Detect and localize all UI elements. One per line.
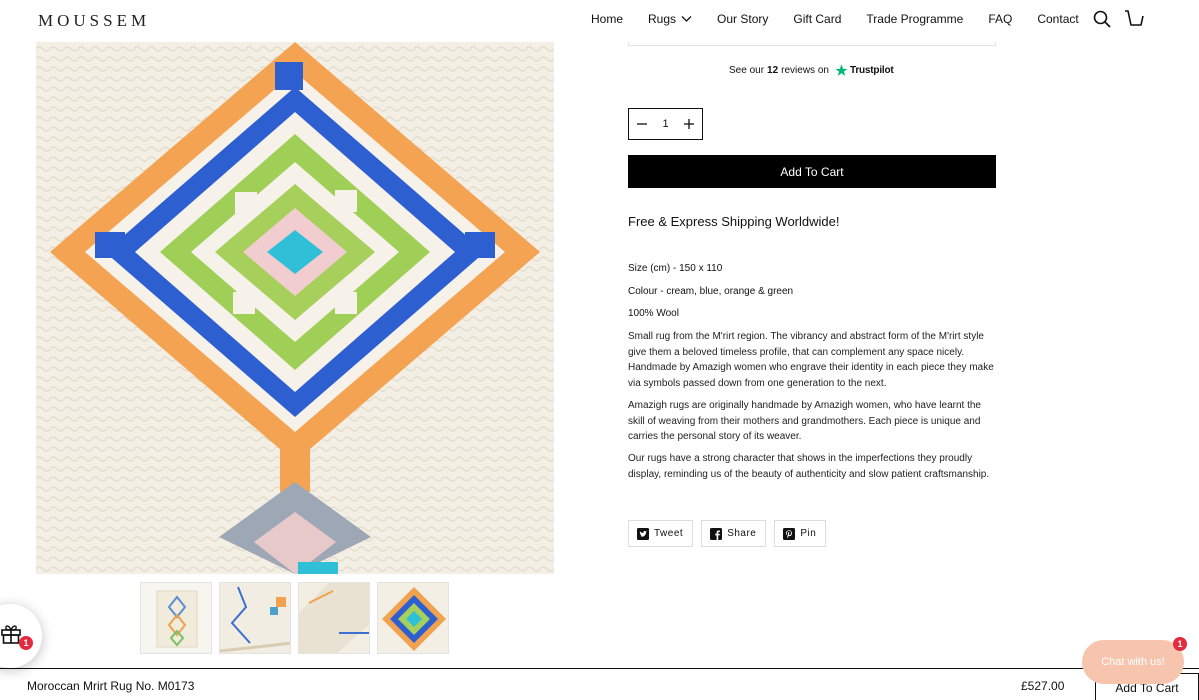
product-main-image[interactable] (36, 42, 554, 574)
chat-button[interactable]: Chat with us! (1082, 640, 1184, 684)
facebook-icon (710, 527, 723, 540)
quantity-stepper: 1 (628, 108, 703, 140)
add-to-cart-button[interactable]: Add To Cart (628, 155, 996, 188)
tweet-button[interactable]: Tweet (628, 520, 694, 547)
trustpilot-suffix: reviews on (781, 65, 829, 76)
nav-item-home[interactable]: Home (591, 12, 623, 26)
thumbnail-strip (140, 582, 456, 654)
cart-icon[interactable] (1124, 9, 1144, 29)
pinterest-icon (783, 527, 796, 540)
thumbnail-3[interactable] (298, 582, 370, 654)
thumbnail-4[interactable] (377, 582, 449, 654)
nav-item-rugs-label: Rugs (648, 12, 677, 26)
search-icon[interactable] (1093, 10, 1111, 28)
share-label: Share (727, 528, 757, 539)
spec-material: 100% Wool (628, 308, 679, 319)
minus-icon (637, 123, 647, 125)
quantity-increase-button[interactable] (682, 117, 696, 131)
trustpilot-brand: Trustpilot (849, 65, 894, 76)
trustpilot-review-count: 12 (767, 65, 779, 76)
quantity-value[interactable]: 1 (662, 118, 668, 130)
pin-button[interactable]: Pin (774, 520, 827, 547)
nav-item-our-story[interactable]: Our Story (717, 12, 768, 26)
description-paragraph-1: Small rug from the M'rirt region. The vi… (628, 331, 994, 389)
nav-item-trade-programme[interactable]: Trade Programme (866, 12, 963, 26)
sticky-price: £527.00 (1021, 679, 1065, 693)
thumbnail-1[interactable] (140, 582, 212, 654)
trustpilot-star-icon (835, 64, 848, 76)
quantity-decrease-button[interactable] (635, 117, 649, 131)
nav-item-gift-card[interactable]: Gift Card (793, 12, 841, 26)
sticky-cart-bar: Moroccan Mrirt Rug No. M0173 £527.00 Add… (0, 668, 1199, 700)
tweet-label: Tweet (654, 528, 684, 539)
description-paragraph-2: Amazigh rugs are originally handmade by … (628, 400, 981, 442)
shipping-headline: Free & Express Shipping Worldwide! (628, 214, 840, 229)
share-button[interactable]: Share (701, 520, 767, 547)
plus-icon (684, 119, 694, 129)
twitter-icon (637, 527, 649, 540)
pin-label: Pin (800, 528, 817, 539)
social-share-row: Tweet Share Pin (628, 520, 834, 547)
main-nav: Home Rugs Our Story Gift Card Trade Prog… (591, 12, 1079, 26)
chevron-down-icon (681, 16, 692, 22)
spec-size: Size (cm) - 150 x 110 (628, 263, 723, 274)
gift-notification-badge: 1 (19, 636, 33, 650)
spec-colour: Colour - cream, blue, orange & green (628, 286, 794, 297)
site-header: MOUSSEM Home Rugs Our Story Gift Card Tr… (0, 0, 1199, 42)
sticky-product-name: Moroccan Mrirt Rug No. M0173 (27, 679, 195, 693)
nav-item-faq[interactable]: FAQ (988, 12, 1012, 26)
rug-detail-image (36, 42, 554, 574)
trustpilot-widget[interactable]: See our 12 reviews on Trustpilot (729, 64, 894, 77)
thumbnail-2[interactable] (219, 582, 291, 654)
description-paragraph-3: Our rugs have a strong character that sh… (628, 453, 990, 480)
nav-item-contact[interactable]: Contact (1037, 12, 1078, 26)
trustpilot-prefix: See our (729, 65, 765, 76)
brand-logo[interactable]: MOUSSEM (38, 11, 150, 31)
gift-widget-button[interactable] (0, 604, 42, 668)
nav-item-rugs[interactable]: Rugs (648, 12, 692, 26)
chat-notification-badge: 1 (1173, 637, 1187, 651)
